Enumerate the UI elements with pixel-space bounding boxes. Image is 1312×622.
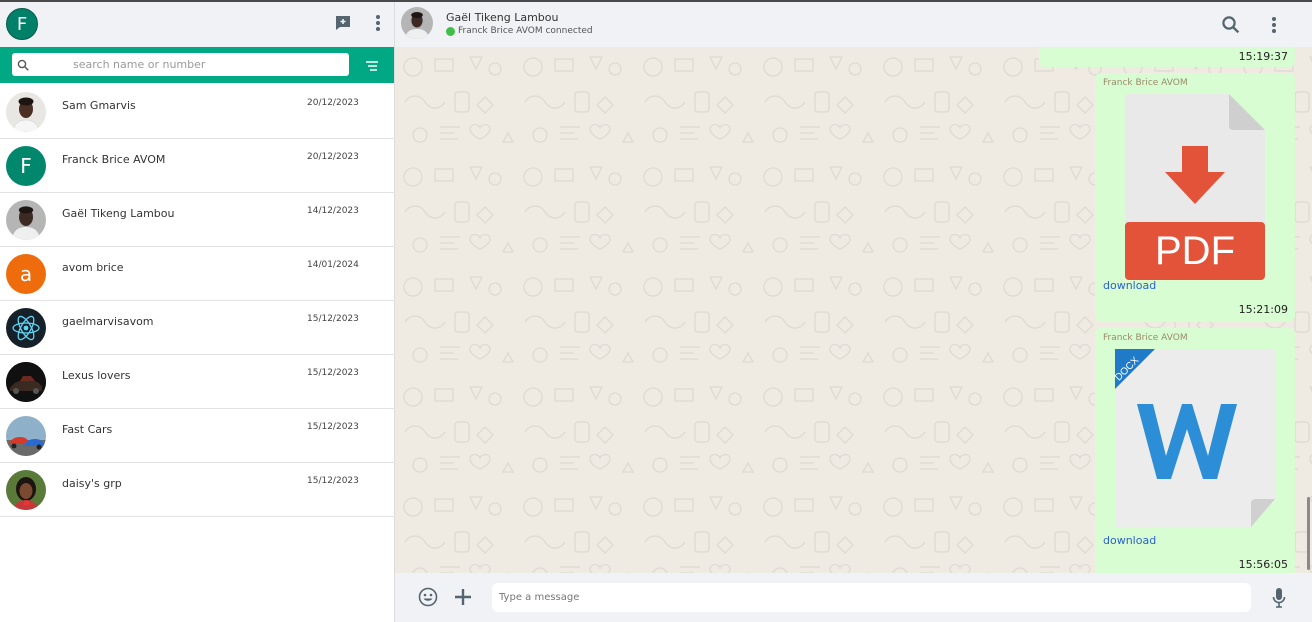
chat-date: 14/12/2023	[307, 206, 359, 216]
pdf-file-icon[interactable]: PDF	[1125, 94, 1265, 284]
status-text: Franck Brice AVOM connected	[458, 26, 593, 36]
chat-date: 15/12/2023	[307, 476, 359, 486]
chat-date: 15/12/2023	[307, 422, 359, 432]
pdf-label: PDF	[1155, 229, 1235, 273]
search-icon[interactable]	[1221, 15, 1241, 39]
menu-dots-icon[interactable]	[367, 12, 389, 34]
chat-item-fast-cars[interactable]: Fast Cars 15/12/2023	[0, 409, 395, 463]
message-bubble-outgoing: 15:19:37	[1039, 47, 1295, 67]
contact-name[interactable]: Gaël Tikeng Lambou	[446, 11, 559, 24]
chat-name: Fast Cars	[62, 423, 113, 436]
message-scrollbar[interactable]	[1307, 497, 1310, 570]
emoji-icon[interactable]	[418, 587, 438, 611]
message-bubble-outgoing: Franck Brice AVOM DOCX download 15:56:05	[1095, 328, 1295, 573]
react-logo-icon	[6, 308, 46, 348]
chat-name: Sam Gmarvis	[62, 99, 136, 112]
avatar	[6, 416, 46, 456]
chat-name: Lexus lovers	[62, 369, 131, 382]
docx-file-icon[interactable]: DOCX	[1113, 349, 1275, 531]
chat-wallpaper: 15:19:37 Franck Brice AVOM PDF download …	[395, 47, 1312, 573]
message-time: 15:56:05	[1238, 558, 1288, 571]
download-link[interactable]: download	[1103, 279, 1156, 292]
profile-avatar[interactable]: F	[6, 8, 38, 40]
message-composer	[395, 573, 1312, 622]
chat-sidebar: F Sam Gmarvis 20/12/2023 F	[0, 2, 395, 622]
chat-item-sam-gmarvis[interactable]: Sam Gmarvis 20/12/2023	[0, 85, 395, 139]
chat-date: 20/12/2023	[307, 98, 359, 108]
message-time: 15:21:09	[1238, 303, 1288, 316]
chat-item-franck-brice-avom[interactable]: F Franck Brice AVOM 20/12/2023	[0, 139, 395, 193]
chat-name: daisy's grp	[62, 477, 122, 490]
contact-status: Franck Brice AVOM connected	[446, 26, 593, 36]
avatar	[6, 362, 46, 402]
menu-dots-icon[interactable]	[1271, 16, 1277, 38]
microphone-icon[interactable]	[1272, 587, 1286, 613]
chat-date: 15/12/2023	[307, 368, 359, 378]
avatar: a	[6, 254, 46, 294]
message-bubble-outgoing: Franck Brice AVOM PDF download 15:21:09	[1095, 73, 1295, 322]
search-bar	[0, 47, 394, 83]
search-icon	[17, 57, 30, 76]
chat-name: Franck Brice AVOM	[62, 153, 166, 166]
chat-item-gaelmarvisavom[interactable]: gaelmarvisavom 15/12/2023	[0, 301, 395, 355]
avatar: F	[6, 146, 46, 186]
sidebar-header: F	[0, 2, 394, 47]
chat-item-avom-brice[interactable]: a avom brice 14/01/2024	[0, 247, 395, 301]
download-link[interactable]: download	[1103, 534, 1156, 547]
message-sender: Franck Brice AVOM	[1103, 333, 1188, 343]
attach-plus-icon[interactable]	[454, 588, 472, 610]
chat-name: gaelmarvisavom	[62, 315, 154, 328]
contact-avatar[interactable]	[401, 7, 433, 39]
conversation-panel: Gaël Tikeng Lambou Franck Brice AVOM con…	[395, 2, 1312, 622]
message-input[interactable]	[492, 583, 1251, 612]
chat-list: Sam Gmarvis 20/12/2023 F Franck Brice AV…	[0, 85, 395, 517]
chat-item-daisys-grp[interactable]: daisy's grp 15/12/2023	[0, 463, 395, 517]
avatar	[6, 92, 46, 132]
chat-date: 14/01/2024	[307, 260, 359, 270]
filter-icon[interactable]	[365, 57, 379, 76]
search-box	[12, 53, 349, 76]
chat-item-gael-tikeng-lambou[interactable]: Gaël Tikeng Lambou 14/12/2023	[0, 193, 395, 247]
chat-item-lexus-lovers[interactable]: Lexus lovers 15/12/2023	[0, 355, 395, 409]
chat-date: 15/12/2023	[307, 314, 359, 324]
avatar	[6, 200, 46, 240]
chat-name: Gaël Tikeng Lambou	[62, 207, 175, 220]
online-indicator-icon	[446, 26, 455, 36]
chat-date: 20/12/2023	[307, 152, 359, 162]
conversation-header: Gaël Tikeng Lambou Franck Brice AVOM con…	[395, 2, 1312, 47]
message-time: 15:19:37	[1238, 50, 1288, 63]
chat-name: avom brice	[62, 261, 124, 274]
new-chat-icon[interactable]	[332, 12, 354, 34]
search-input[interactable]	[38, 53, 338, 76]
avatar	[6, 470, 46, 510]
message-sender: Franck Brice AVOM	[1103, 78, 1188, 88]
